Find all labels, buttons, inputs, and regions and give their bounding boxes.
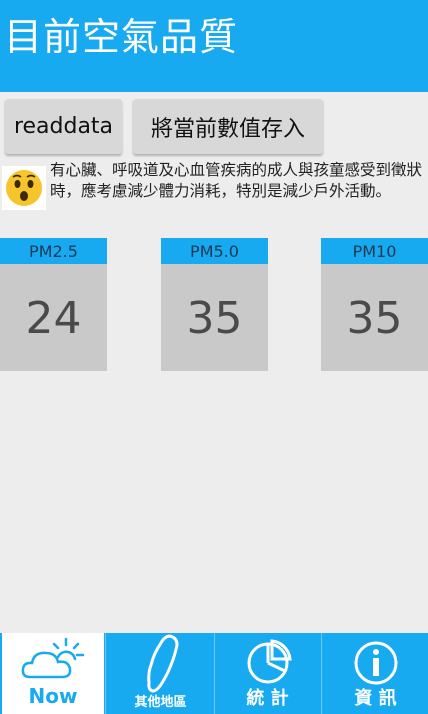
weather-cloud-sun-icon bbox=[21, 637, 85, 679]
app-title: 目前空氣品質 bbox=[4, 15, 239, 59]
nav-tab-now[interactable]: Now bbox=[2, 633, 104, 714]
pm50-label: PM5.0 bbox=[161, 238, 268, 264]
surprised-face-icon bbox=[2, 166, 46, 210]
pm10-card: PM10 35 bbox=[321, 238, 428, 371]
bottom-nav: Now 其他地區 統 計 資 訊 bbox=[0, 633, 428, 714]
nav-divider bbox=[105, 633, 106, 714]
nav-tab-statistics[interactable]: 統 計 bbox=[216, 633, 319, 714]
nav-divider bbox=[321, 633, 322, 714]
nav-label-now: Now bbox=[28, 684, 78, 708]
pm10-label: PM10 bbox=[321, 238, 428, 264]
pm10-value: 35 bbox=[321, 264, 428, 371]
pm25-label: PM2.5 bbox=[0, 238, 107, 264]
pm50-card: PM5.0 35 bbox=[161, 238, 268, 371]
pm25-card: PM2.5 24 bbox=[0, 238, 107, 371]
store-values-button[interactable]: 將當前數值存入 bbox=[133, 99, 323, 154]
nav-tab-info[interactable]: 資 訊 bbox=[323, 633, 428, 714]
nav-label-info: 資 訊 bbox=[354, 688, 397, 709]
info-icon bbox=[354, 641, 397, 685]
title-bar: 目前空氣品質 bbox=[0, 0, 428, 92]
nav-tab-other-regions[interactable]: 其他地區 bbox=[107, 633, 214, 714]
read-data-button[interactable]: readdata bbox=[5, 99, 122, 154]
nav-divider bbox=[214, 633, 215, 714]
nav-label-other-regions: 其他地區 bbox=[134, 695, 187, 710]
pm25-value: 24 bbox=[0, 264, 107, 371]
nav-label-statistics: 統 計 bbox=[246, 688, 289, 709]
taiwan-map-icon bbox=[146, 634, 178, 693]
pm50-value: 35 bbox=[161, 264, 268, 371]
pie-chart-icon bbox=[247, 639, 292, 684]
health-advice-text: 有心臟、呼吸道及心血管疾病的成人與孩童感受到徵狀時，應考慮減少體力消耗，特別是減… bbox=[50, 161, 423, 200]
